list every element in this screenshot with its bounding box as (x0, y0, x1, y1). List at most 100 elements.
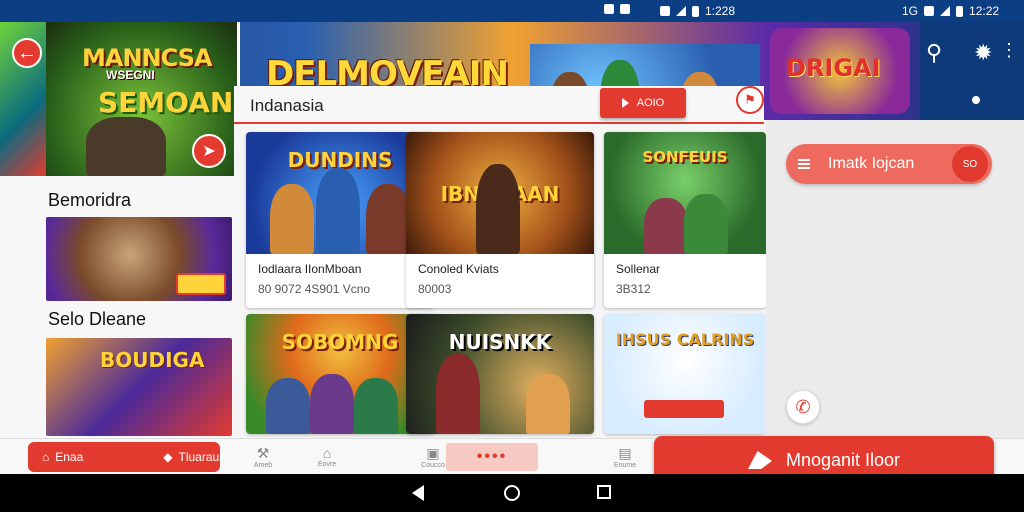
flag-icon[interactable]: ⚑ (736, 86, 764, 114)
vibrate-icon (660, 6, 670, 16)
game-meta: 80003 (418, 282, 452, 296)
search-bar[interactable]: Indanasia AOIO ⚑ (234, 86, 764, 124)
game-meta: 80 9072 4S901 Vcno (258, 282, 371, 296)
game-grid: DUNDINS Iodlaara IIonMboan 80 9072 4S901… (234, 124, 766, 438)
home-circle-icon[interactable] (504, 485, 520, 501)
app-screen: 1:228 1G 12:22 DELMOVEAIN DRIGAI ⚲ ✹ ⋮ M… (0, 0, 1024, 512)
featured-logo[interactable]: DRIGAI (770, 28, 910, 114)
more-button[interactable]: •••• (446, 443, 538, 471)
game-name: Iodlaara IIonMboan (258, 262, 362, 276)
status-bar: 1:228 1G 12:22 (0, 0, 1024, 22)
character-figure (366, 184, 410, 254)
character-figure (526, 374, 570, 434)
nav-secondary-group: ◆ Tluaraus (163, 450, 225, 464)
character-figure (354, 378, 398, 434)
thumbnail-title: IHSUS CALRINS (615, 330, 755, 349)
list-icon (798, 159, 810, 169)
search-go-button[interactable]: AOIO (600, 88, 686, 118)
character-figure (476, 164, 520, 254)
nav-item-label: Enume (613, 462, 637, 469)
signal-strength-icon (940, 6, 951, 16)
section-title: Selo Dleane (48, 309, 147, 329)
game-meta: 3B312 (616, 282, 651, 296)
more-vertical-icon[interactable]: ⋮ (1000, 40, 1018, 61)
sidebar-game-card[interactable]: BOUDIGA (46, 338, 232, 436)
game-name: Sollenar (616, 262, 661, 276)
character-figure (644, 198, 688, 254)
left-sidebar: Bemoridra Selo Dleane BOUDIGA (0, 176, 234, 438)
notification-icon (604, 4, 614, 14)
status-left-group (604, 4, 630, 14)
battery-level-icon (956, 5, 964, 17)
game-card[interactable]: NUISNKK (406, 314, 594, 434)
gear-icon[interactable]: ✹ (974, 40, 992, 66)
character-figure (316, 168, 360, 254)
game-thumbnail: IBNURAAN (406, 132, 594, 254)
nav-secondary-label: Tluaraus (178, 450, 226, 464)
nav-item-label: Ameb (253, 462, 273, 469)
game-card[interactable]: IHSUS CALRINS (604, 314, 766, 434)
status-center-group: 1:228 (660, 4, 735, 18)
nav-home-label: Enaa (55, 450, 84, 464)
search-icon[interactable]: ⚲ (926, 40, 942, 66)
game-card[interactable]: SONFEUIS Sollenar 3B312 (604, 132, 766, 308)
header-actions: ⚲ ✹ ⋮ (920, 22, 1024, 120)
arrow-left-icon: ← (17, 41, 37, 64)
section-title: Bemoridra (48, 190, 132, 210)
play-badge[interactable] (644, 400, 724, 418)
signal-icon (676, 6, 686, 16)
primary-cta-label: Mnoganit Iloor (785, 449, 901, 470)
library-icon: ▣ (426, 445, 440, 461)
feature-title-line2: WSEGNI (106, 68, 155, 82)
install-pill[interactable]: SO (952, 146, 988, 182)
card-tag (176, 273, 226, 295)
feature-title-line3: SEMOAN (98, 86, 234, 119)
character-figure (310, 374, 354, 434)
feature-character (86, 117, 166, 177)
system-nav-bar (0, 474, 1024, 512)
character-figure (436, 354, 480, 434)
nav-item-tools[interactable]: ⚒ Ameb (252, 445, 274, 469)
nav-item-menu[interactable]: ▤ Enume (613, 445, 637, 469)
store-icon: ⌂ (322, 445, 332, 461)
nav-item-label: Eovre (317, 461, 337, 468)
character-figure (684, 194, 728, 254)
character-figure (266, 378, 310, 434)
install-label: Imatk Iojcan (828, 155, 915, 172)
phone-icon[interactable]: ✆ (786, 390, 820, 424)
nav-item-label: Coucco (421, 462, 445, 469)
status-right-group: 1G 12:22 (902, 4, 999, 18)
game-thumbnail: NUISNKK (406, 314, 594, 434)
game-thumbnail: IHSUS CALRINS (604, 314, 766, 434)
sidebar-game-card[interactable] (46, 217, 232, 301)
share-icon[interactable]: ➤ (192, 134, 226, 168)
back-button[interactable]: ← (12, 38, 42, 68)
tag-icon: ◆ (163, 450, 173, 464)
nav-home-button[interactable]: ⌂ Enaa ◆ Tluaraus (28, 442, 225, 472)
status-time-right: 12:22 (969, 4, 1000, 18)
thumbnail-title: SONFEUIS (642, 148, 728, 166)
nav-item-store[interactable]: ⌂ Eovre (316, 445, 338, 468)
page-indicator-dot (972, 96, 980, 104)
battery-icon (692, 5, 699, 17)
game-card[interactable]: IBNURAAN Conoled Kviats 80003 (406, 132, 594, 308)
nav-item-library[interactable]: ▣ Coucco (421, 445, 445, 469)
recents-square-icon[interactable] (597, 485, 611, 499)
home-icon: ⌂ (42, 450, 50, 464)
search-query: Indanasia (250, 96, 324, 115)
back-triangle-icon[interactable] (412, 485, 424, 501)
character-figure (270, 184, 314, 254)
app-notification-icon (620, 4, 630, 14)
game-thumbnail: SONFEUIS (604, 132, 766, 254)
left-feature-banner[interactable]: MANNCSA WSEGNI SEMOAN ➤ (46, 22, 240, 180)
thumbnail-title: NUISNKK (448, 330, 552, 354)
featured-logo-text: DRIGAI (786, 54, 881, 82)
nav-home-label-group: ⌂ Enaa (42, 450, 83, 464)
play-icon (621, 98, 629, 108)
game-name: Conoled Kviats (418, 262, 499, 276)
network-type: 1G (902, 4, 919, 18)
wifi-icon (924, 6, 935, 16)
install-button[interactable]: Imatk Iojcan SO (786, 144, 992, 184)
search-go-label: AOIO (636, 97, 665, 109)
right-panel: Imatk Iojcan SO ✆ (766, 120, 1024, 438)
